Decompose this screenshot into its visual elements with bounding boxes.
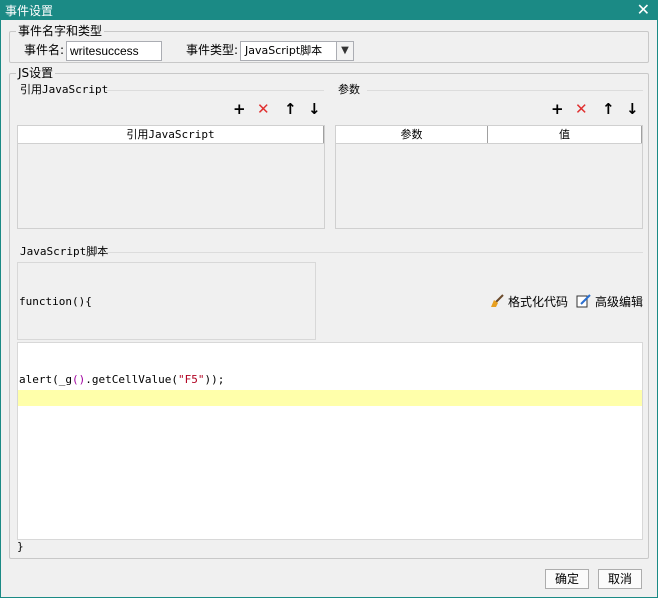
column-header-value[interactable]: 值 (488, 126, 642, 143)
script-title: JavaScript脚本 (20, 245, 109, 258)
event-type-label: 事件类型: (186, 43, 239, 57)
param-table-header: 参数 值 (336, 126, 642, 144)
close-icon[interactable]: ✕ (637, 0, 650, 20)
format-code-button[interactable]: 格式化代码 (489, 294, 568, 310)
event-group-legend: 事件名字和类型 (16, 24, 105, 38)
event-name-input[interactable] (66, 41, 162, 61)
ref-js-table-header: 引用JavaScript (18, 126, 324, 144)
script-code-editor[interactable]: alert(_g().getCellValue("F5")); (17, 342, 643, 540)
param-title: 参数 (338, 83, 360, 96)
broom-icon (491, 294, 504, 307)
title-bar: 事件设置 ✕ (0, 0, 658, 20)
move-ref-down-icon[interactable]: ↓ (308, 101, 321, 117)
advanced-edit-button[interactable]: 高级编辑 (576, 294, 643, 310)
function-footer: } (17, 540, 24, 553)
current-line-highlight (18, 390, 642, 406)
format-code-label: 格式化代码 (508, 295, 569, 309)
script-divider (105, 252, 643, 253)
edit-icon (576, 294, 591, 308)
ref-js-divider (106, 90, 324, 91)
param-divider (367, 90, 643, 91)
column-header-param[interactable]: 参数 (336, 126, 488, 143)
add-param-plus-icon[interactable]: + (551, 101, 564, 117)
ok-button[interactable]: 确定 (545, 569, 589, 589)
code-parens: () (72, 373, 86, 386)
function-header: function(){ (19, 295, 92, 308)
delete-ref-icon[interactable]: ✕ (257, 101, 270, 117)
ref-js-table[interactable]: 引用JavaScript (17, 125, 325, 229)
advanced-edit-label: 高级编辑 (595, 295, 644, 309)
js-settings-legend: JS设置 (16, 66, 56, 80)
move-ref-up-icon[interactable]: ↑ (284, 101, 297, 117)
add-ref-plus-icon[interactable]: + (233, 101, 246, 117)
code-tail: )); (204, 373, 225, 386)
param-table[interactable]: 参数 值 (335, 125, 643, 229)
event-type-select[interactable]: JavaScript脚本 ▼ (240, 41, 354, 61)
ref-js-title: 引用JavaScript (20, 83, 109, 96)
code-ident: alert( (19, 373, 59, 386)
code-string-arg: "F5" (177, 373, 205, 386)
function-header-box: function(){ (17, 262, 316, 340)
delete-param-icon[interactable]: ✕ (575, 101, 588, 117)
chevron-down-icon[interactable]: ▼ (336, 42, 353, 60)
event-type-value: JavaScript脚本 (245, 44, 323, 57)
column-header-ref-js[interactable]: 引用JavaScript (18, 126, 324, 143)
dialog-frame: 事件名字和类型 事件名: 事件类型: JavaScript脚本 ▼ JS设置 引… (0, 20, 658, 598)
cancel-button[interactable]: 取消 (598, 569, 642, 589)
code-method: .getCellValue( (85, 373, 178, 386)
window-title: 事件设置 (5, 4, 54, 18)
move-param-down-icon[interactable]: ↓ (626, 101, 639, 117)
move-param-up-icon[interactable]: ↑ (602, 101, 615, 117)
code-call: _g (58, 373, 72, 386)
event-name-label: 事件名: (24, 43, 65, 57)
code-line-1: alert(_g().getCellValue("F5")); (19, 373, 224, 386)
